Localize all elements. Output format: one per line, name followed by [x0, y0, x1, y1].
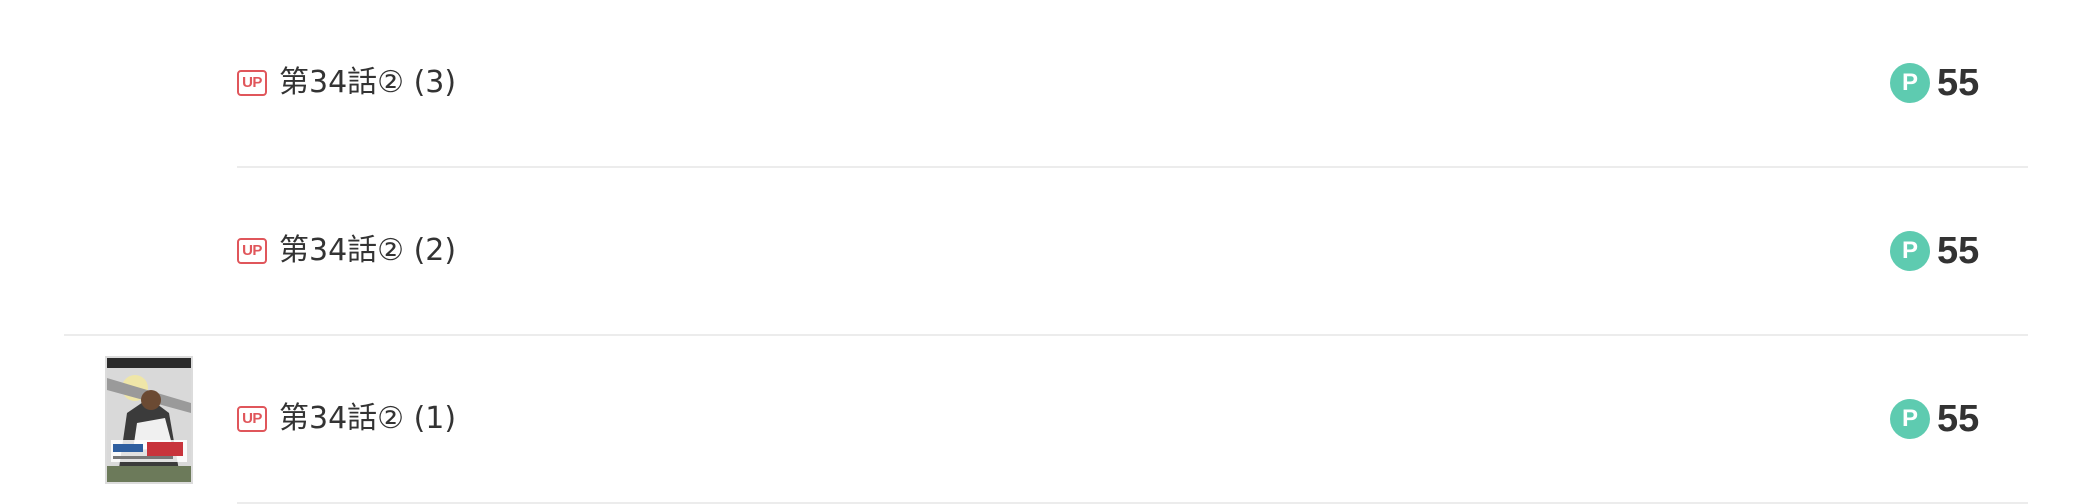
- episode-price: 55: [1937, 398, 1980, 440]
- episode-row[interactable]: UP 第34話② (1) P 55: [0, 336, 2098, 504]
- up-badge: UP: [237, 238, 267, 264]
- episode-price: 55: [1937, 62, 1980, 104]
- episode-price: 55: [1937, 230, 1980, 272]
- episode-thumbnail: [105, 356, 193, 484]
- up-badge: UP: [237, 406, 267, 432]
- point-icon: P: [1890, 63, 1930, 103]
- episode-title: 第34話② (3): [279, 65, 457, 100]
- episode-row[interactable]: UP 第34話② (2) P 55: [0, 168, 2098, 336]
- episode-title: 第34話② (2): [279, 233, 457, 268]
- point-icon: P: [1890, 231, 1930, 271]
- episode-row[interactable]: UP 第34話② (3) P 55: [0, 0, 2098, 168]
- up-badge: UP: [237, 70, 267, 96]
- episode-list: UP 第34話② (3) P 55 UP 第34話② (2) P 55 UP 第…: [0, 0, 2098, 504]
- episode-title: 第34話② (1): [279, 401, 457, 436]
- point-icon: P: [1890, 399, 1930, 439]
